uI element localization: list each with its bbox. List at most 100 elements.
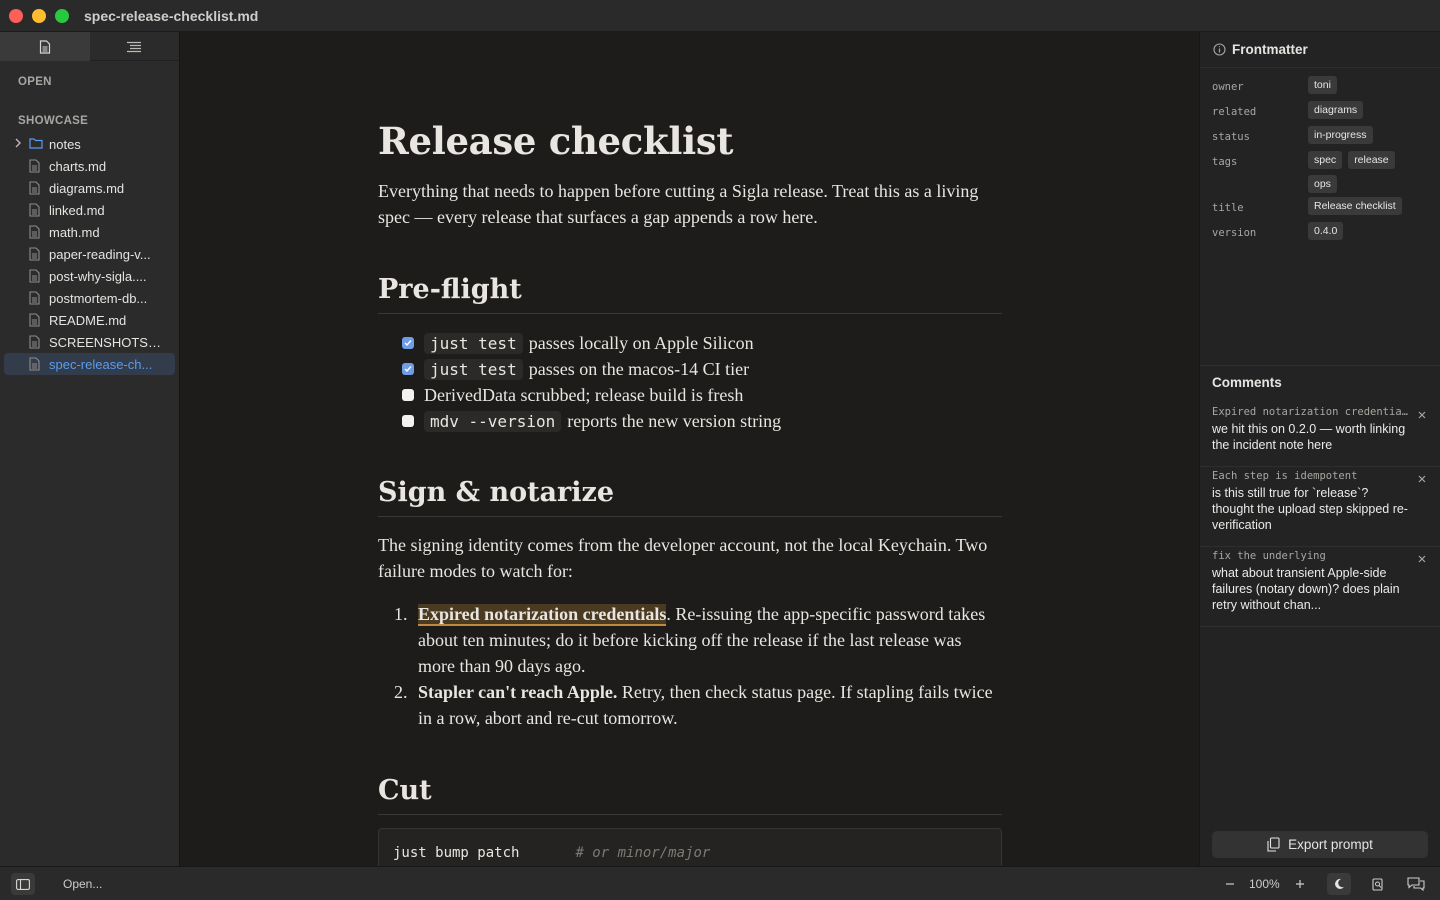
reading-mode-button[interactable] — [1366, 873, 1390, 895]
comments-toggle-button[interactable] — [1404, 873, 1428, 895]
code-block[interactable]: just bump patch # or minor/major — [378, 828, 1002, 866]
comment-body: what about transient Apple-side failures… — [1212, 566, 1400, 612]
file-icon — [29, 247, 40, 261]
maximize-window-button[interactable] — [55, 9, 69, 23]
zoom-out-button[interactable] — [1218, 873, 1242, 895]
inline-code: just test — [424, 332, 523, 354]
inline-code: just test — [424, 358, 523, 380]
close-window-button[interactable] — [9, 9, 23, 23]
frontmatter-key: related — [1212, 106, 1257, 118]
intro-paragraph: Everything that needs to happen before c… — [378, 181, 979, 227]
file-item[interactable]: postmortem-db... — [4, 287, 175, 309]
dark-mode-toggle[interactable] — [1327, 873, 1351, 895]
close-icon — [1418, 555, 1426, 563]
export-prompt-button[interactable]: Export prompt — [1212, 831, 1428, 858]
tab-files[interactable] — [0, 32, 90, 61]
frontmatter-key: title — [1212, 202, 1244, 214]
step-number: 2. — [394, 682, 408, 702]
outline-icon — [127, 41, 142, 52]
dismiss-comment-button[interactable] — [1417, 471, 1429, 483]
title-bar: spec-release-checklist.md — [0, 0, 1440, 32]
frontmatter-values: spec release ops — [1308, 151, 1428, 193]
divider — [1200, 365, 1440, 366]
file-icon — [29, 225, 40, 239]
frontmatter-chip[interactable]: release — [1348, 151, 1395, 169]
file-item[interactable]: linked.md — [4, 199, 175, 221]
sidebar-icon — [16, 878, 30, 890]
task-checkbox[interactable] — [402, 389, 414, 401]
comment-body: is this still true for `release`? though… — [1212, 486, 1408, 532]
frontmatter-key: tags — [1212, 156, 1238, 168]
document-icon — [39, 39, 50, 54]
comments-title: Comments — [1212, 375, 1282, 390]
zoom-in-button[interactable] — [1288, 873, 1312, 895]
checklist-text: reports the new version string — [567, 410, 782, 431]
chevron-right-icon[interactable] — [14, 138, 22, 148]
frontmatter-header: Frontmatter — [1200, 32, 1440, 68]
heading-sign-notarize: Sign & notarize — [378, 477, 1002, 517]
frontmatter-chip[interactable]: diagrams — [1308, 101, 1364, 119]
comment-card[interactable]: Expired notarization credentia... we hit … — [1200, 403, 1440, 467]
frontmatter-chip[interactable]: 0.4.0 — [1308, 222, 1344, 240]
inspector-panel: Frontmatter owner toni related diagrams stat… — [1199, 32, 1440, 866]
comment-body: we hit this on 0.2.0 — worth linking the… — [1212, 422, 1406, 452]
comment-card[interactable]: Each step is idempotent is this still tru… — [1200, 467, 1440, 547]
frontmatter-chip[interactable]: toni — [1308, 76, 1337, 94]
file-label: README.md — [49, 312, 127, 328]
folder-notes[interactable]: notes — [4, 133, 175, 155]
dismiss-comment-button[interactable] — [1417, 407, 1429, 419]
file-icon — [29, 159, 40, 173]
frontmatter-chip[interactable]: in-progress — [1308, 126, 1373, 144]
file-label: diagrams.md — [49, 180, 125, 196]
heading-cut: Cut — [378, 775, 1002, 815]
checklist-item: just test passes locally on Apple Silicon — [402, 330, 754, 356]
checklist-text: passes on the macos-14 CI tier — [528, 358, 750, 379]
folder-label: notes — [49, 136, 81, 152]
window-title: spec-release-checklist.md — [84, 8, 259, 24]
file-label: math.md — [49, 224, 100, 240]
editor[interactable]: Release checklist Everything that needs … — [181, 32, 1199, 866]
minus-icon — [1226, 883, 1234, 885]
frontmatter-key: status — [1212, 131, 1250, 143]
file-icon — [29, 269, 40, 283]
status-bar: Open... 100% — [0, 866, 1440, 900]
checklist-item: mdv --version reports the new version str… — [402, 408, 781, 434]
file-label: spec-release-ch... — [49, 356, 153, 372]
task-checkbox[interactable] — [402, 415, 414, 427]
file-item[interactable]: post-why-sigla.... — [4, 265, 175, 287]
toggle-sidebar-button[interactable] — [11, 873, 35, 895]
file-icon — [29, 291, 40, 305]
dismiss-comment-button[interactable] — [1417, 551, 1429, 563]
file-item[interactable]: charts.md — [4, 155, 175, 177]
file-label: linked.md — [49, 202, 105, 218]
minimize-window-button[interactable] — [32, 9, 46, 23]
close-icon — [1418, 475, 1426, 483]
comment-anchor: Each step is idempotent — [1212, 470, 1358, 482]
check-icon — [404, 340, 412, 347]
comment-card[interactable]: fix the underlying what about transient A… — [1200, 547, 1440, 627]
frontmatter-chip[interactable]: ops — [1308, 175, 1337, 193]
file-item[interactable]: math.md — [4, 221, 175, 243]
file-icon — [29, 181, 40, 195]
sidebar-tabs — [0, 32, 179, 61]
file-item[interactable]: diagrams.md — [4, 177, 175, 199]
frontmatter-key: owner — [1212, 81, 1244, 93]
code-comment: # or minor/major — [575, 845, 711, 861]
tab-outline[interactable] — [90, 32, 180, 61]
frontmatter-values: in-progress — [1308, 126, 1428, 144]
task-checkbox[interactable] — [402, 363, 414, 375]
frontmatter-chip[interactable]: spec — [1308, 151, 1343, 169]
check-icon — [404, 366, 412, 373]
open-file-button[interactable]: Open... — [63, 877, 102, 891]
file-item[interactable]: README.md — [4, 309, 175, 331]
frontmatter-key: version — [1212, 227, 1257, 239]
commented-highlight[interactable]: Expired notarization credentials — [418, 604, 667, 626]
file-item[interactable]: spec-release-ch... — [4, 353, 175, 375]
comment-anchor: Expired notarization credentia... — [1212, 406, 1412, 418]
frontmatter-chip[interactable]: Release checklist — [1308, 197, 1402, 215]
task-checkbox[interactable] — [402, 337, 414, 349]
checklist-item: just test passes on the macos-14 CI tier — [402, 356, 749, 382]
file-icon — [29, 203, 40, 217]
file-item[interactable]: SCREENSHOTS.... — [4, 331, 175, 353]
file-item[interactable]: paper-reading-v... — [4, 243, 175, 265]
